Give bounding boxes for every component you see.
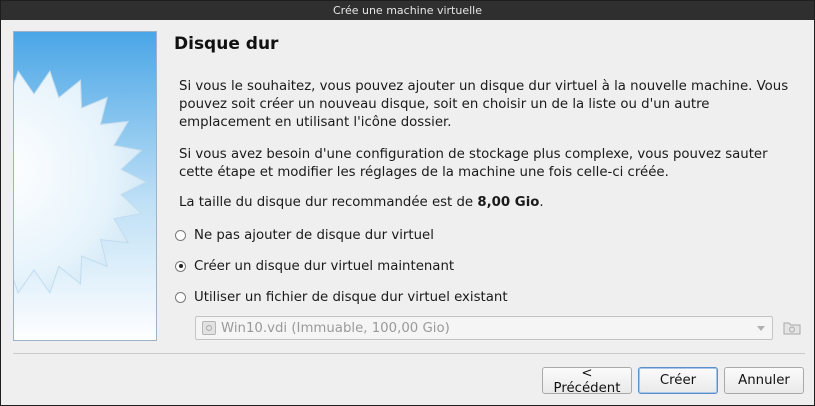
advanced-text: Si vous avez besoin d'une configuration … — [179, 147, 768, 180]
cancel-button[interactable]: Annuler — [724, 367, 804, 394]
recommended-size-text: La taille du disque dur recommandée est … — [179, 195, 544, 210]
radio-label[interactable]: Créer un disque dur virtuel maintenant — [194, 259, 454, 274]
back-button[interactable]: < Précédent — [542, 366, 632, 396]
button-separator — [13, 353, 805, 354]
intro-text: Si vous le souhaitez, vous pouvez ajoute… — [179, 79, 789, 130]
radio-indicator-checked[interactable] — [175, 260, 186, 272]
page-title: Disque dur — [174, 34, 279, 54]
radio-create-disk[interactable]: Créer un disque dur virtuel maintenant — [175, 256, 454, 276]
choose-disk-folder-button[interactable] — [783, 319, 801, 336]
existing-disk-select[interactable]: Win10.vdi (Immuable, 100,00 Gio) — [195, 316, 773, 340]
window-title: Crée une machine virtuelle — [1, 1, 814, 20]
create-vm-dialog: Crée une machine virtuelle Disque dur Si… — [0, 0, 815, 406]
disk-icon — [202, 321, 216, 335]
radio-indicator[interactable] — [175, 291, 186, 303]
radio-label[interactable]: Utiliser un fichier de disque dur virtue… — [194, 290, 508, 305]
radio-no-disk[interactable]: Ne pas ajouter de disque dur virtuel — [175, 225, 434, 245]
wizard-illustration — [13, 31, 157, 341]
radio-indicator[interactable] — [175, 229, 186, 241]
radio-existing-disk[interactable]: Utiliser un fichier de disque dur virtue… — [175, 287, 508, 307]
create-button[interactable]: Créer — [638, 367, 718, 394]
radio-label[interactable]: Ne pas ajouter de disque dur virtuel — [194, 228, 434, 243]
chevron-down-icon — [757, 326, 765, 331]
folder-icon — [783, 322, 801, 335]
existing-disk-value: Win10.vdi (Immuable, 100,00 Gio) — [221, 320, 450, 336]
recommended-size-value: 8,00 Gio — [477, 195, 540, 210]
